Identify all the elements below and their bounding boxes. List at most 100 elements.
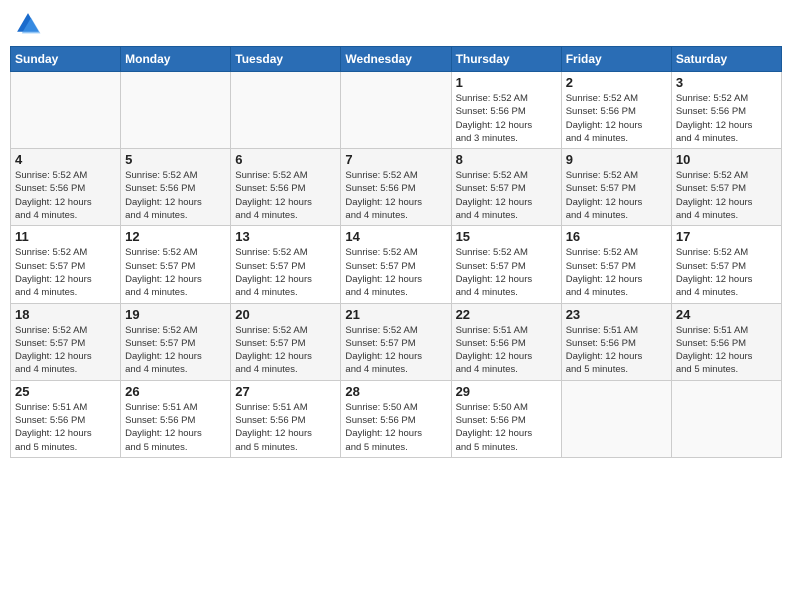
calendar-cell — [561, 380, 671, 457]
calendar-row-2: 4 Sunrise: 5:52 AMSunset: 5:56 PMDaylight… — [11, 149, 782, 226]
day-number: 12 — [125, 229, 226, 244]
day-info: Sunrise: 5:52 AMSunset: 5:57 PMDaylight:… — [345, 324, 446, 377]
day-info: Sunrise: 5:52 AMSunset: 5:56 PMDaylight:… — [125, 169, 226, 222]
calendar-cell: 9 Sunrise: 5:52 AMSunset: 5:57 PMDaylight… — [561, 149, 671, 226]
day-number: 25 — [15, 384, 116, 399]
calendar-cell: 3 Sunrise: 5:52 AMSunset: 5:56 PMDaylight… — [671, 72, 781, 149]
calendar-cell — [121, 72, 231, 149]
day-info: Sunrise: 5:52 AMSunset: 5:57 PMDaylight:… — [676, 169, 777, 222]
day-number: 28 — [345, 384, 446, 399]
calendar-cell: 10Sunrise: 5:52 AMSunset: 5:57 PMDayligh… — [671, 149, 781, 226]
day-info: Sunrise: 5:52 AMSunset: 5:56 PMDaylight:… — [345, 169, 446, 222]
day-number: 19 — [125, 307, 226, 322]
day-number: 4 — [15, 152, 116, 167]
weekday-header-saturday: Saturday — [671, 47, 781, 72]
weekday-header-thursday: Thursday — [451, 47, 561, 72]
day-info: Sunrise: 5:51 AMSunset: 5:56 PMDaylight:… — [125, 401, 226, 454]
day-number: 29 — [456, 384, 557, 399]
calendar-cell: 8Sunrise: 5:52 AMSunset: 5:57 PMDaylight… — [451, 149, 561, 226]
day-number: 9 — [566, 152, 667, 167]
calendar-cell: 14 Sunrise: 5:52 AMSunset: 5:57 PMDayligh… — [341, 226, 451, 303]
day-number: 8 — [456, 152, 557, 167]
calendar-row-4: 18 Sunrise: 5:52 AMSunset: 5:57 PMDayligh… — [11, 303, 782, 380]
day-info: Sunrise: 5:52 AMSunset: 5:57 PMDaylight:… — [235, 246, 336, 299]
day-info: Sunrise: 5:51 AMSunset: 5:56 PMDaylight:… — [15, 401, 116, 454]
calendar-cell — [231, 72, 341, 149]
day-number: 14 — [345, 229, 446, 244]
calendar-cell: 24Sunrise: 5:51 AMSunset: 5:56 PMDayligh… — [671, 303, 781, 380]
calendar-cell: 12 Sunrise: 5:52 AMSunset: 5:57 PMDayligh… — [121, 226, 231, 303]
calendar-cell: 7 Sunrise: 5:52 AMSunset: 5:56 PMDaylight… — [341, 149, 451, 226]
weekday-header-friday: Friday — [561, 47, 671, 72]
calendar-cell: 27 Sunrise: 5:51 AMSunset: 5:56 PMDayligh… — [231, 380, 341, 457]
calendar-cell: 22 Sunrise: 5:51 AMSunset: 5:56 PMDayligh… — [451, 303, 561, 380]
day-number: 22 — [456, 307, 557, 322]
calendar-cell: 6 Sunrise: 5:52 AMSunset: 5:56 PMDaylight… — [231, 149, 341, 226]
day-info: Sunrise: 5:52 AMSunset: 5:57 PMDaylight:… — [15, 246, 116, 299]
calendar-cell: 11 Sunrise: 5:52 AMSunset: 5:57 PMDayligh… — [11, 226, 121, 303]
calendar-cell: 13 Sunrise: 5:52 AMSunset: 5:57 PMDayligh… — [231, 226, 341, 303]
calendar-cell: 21 Sunrise: 5:52 AMSunset: 5:57 PMDayligh… — [341, 303, 451, 380]
day-info: Sunrise: 5:50 AMSunset: 5:56 PMDaylight:… — [456, 401, 557, 454]
day-info: Sunrise: 5:52 AMSunset: 5:57 PMDaylight:… — [125, 324, 226, 377]
calendar-row-1: 1 Sunrise: 5:52 AMSunset: 5:56 PMDaylight… — [11, 72, 782, 149]
day-info: Sunrise: 5:51 AMSunset: 5:56 PMDaylight:… — [456, 324, 557, 377]
day-info: Sunrise: 5:52 AMSunset: 5:56 PMDaylight:… — [566, 92, 667, 145]
calendar-cell — [11, 72, 121, 149]
calendar-cell: 4 Sunrise: 5:52 AMSunset: 5:56 PMDaylight… — [11, 149, 121, 226]
day-info: Sunrise: 5:52 AMSunset: 5:57 PMDaylight:… — [125, 246, 226, 299]
day-number: 11 — [15, 229, 116, 244]
calendar-cell — [671, 380, 781, 457]
calendar-cell: 17 Sunrise: 5:52 AMSunset: 5:57 PMDayligh… — [671, 226, 781, 303]
day-number: 17 — [676, 229, 777, 244]
calendar-cell: 18 Sunrise: 5:52 AMSunset: 5:57 PMDayligh… — [11, 303, 121, 380]
day-info: Sunrise: 5:52 AMSunset: 5:56 PMDaylight:… — [456, 92, 557, 145]
day-info: Sunrise: 5:52 AMSunset: 5:57 PMDaylight:… — [676, 246, 777, 299]
day-number: 15 — [456, 229, 557, 244]
day-info: Sunrise: 5:52 AMSunset: 5:56 PMDaylight:… — [15, 169, 116, 222]
calendar-row-3: 11 Sunrise: 5:52 AMSunset: 5:57 PMDayligh… — [11, 226, 782, 303]
calendar-cell: 28Sunrise: 5:50 AMSunset: 5:56 PMDayligh… — [341, 380, 451, 457]
calendar-cell — [341, 72, 451, 149]
day-number: 2 — [566, 75, 667, 90]
calendar-cell: 15Sunrise: 5:52 AMSunset: 5:57 PMDayligh… — [451, 226, 561, 303]
day-number: 23 — [566, 307, 667, 322]
day-info: Sunrise: 5:52 AMSunset: 5:57 PMDaylight:… — [566, 246, 667, 299]
day-info: Sunrise: 5:51 AMSunset: 5:56 PMDaylight:… — [676, 324, 777, 377]
calendar-cell: 2 Sunrise: 5:52 AMSunset: 5:56 PMDaylight… — [561, 72, 671, 149]
day-number: 6 — [235, 152, 336, 167]
calendar-row-5: 25 Sunrise: 5:51 AMSunset: 5:56 PMDayligh… — [11, 380, 782, 457]
calendar-cell: 23 Sunrise: 5:51 AMSunset: 5:56 PMDayligh… — [561, 303, 671, 380]
calendar-cell: 26 Sunrise: 5:51 AMSunset: 5:56 PMDayligh… — [121, 380, 231, 457]
day-number: 7 — [345, 152, 446, 167]
day-number: 5 — [125, 152, 226, 167]
weekday-header-tuesday: Tuesday — [231, 47, 341, 72]
day-number: 1 — [456, 75, 557, 90]
day-number: 21 — [345, 307, 446, 322]
day-number: 27 — [235, 384, 336, 399]
calendar-cell: 25 Sunrise: 5:51 AMSunset: 5:56 PMDayligh… — [11, 380, 121, 457]
day-number: 20 — [235, 307, 336, 322]
weekday-header-sunday: Sunday — [11, 47, 121, 72]
day-number: 3 — [676, 75, 777, 90]
day-info: Sunrise: 5:52 AMSunset: 5:57 PMDaylight:… — [235, 324, 336, 377]
day-number: 13 — [235, 229, 336, 244]
day-number: 16 — [566, 229, 667, 244]
day-info: Sunrise: 5:51 AMSunset: 5:56 PMDaylight:… — [566, 324, 667, 377]
calendar-cell: 16 Sunrise: 5:52 AMSunset: 5:57 PMDayligh… — [561, 226, 671, 303]
day-info: Sunrise: 5:52 AMSunset: 5:57 PMDaylight:… — [566, 169, 667, 222]
calendar-table: SundayMondayTuesdayWednesdayThursdayFrid… — [10, 46, 782, 458]
day-info: Sunrise: 5:51 AMSunset: 5:56 PMDaylight:… — [235, 401, 336, 454]
day-info: Sunrise: 5:52 AMSunset: 5:56 PMDaylight:… — [676, 92, 777, 145]
weekday-header-row: SundayMondayTuesdayWednesdayThursdayFrid… — [11, 47, 782, 72]
day-info: Sunrise: 5:52 AMSunset: 5:57 PMDaylight:… — [345, 246, 446, 299]
calendar-cell: 19 Sunrise: 5:52 AMSunset: 5:57 PMDayligh… — [121, 303, 231, 380]
weekday-header-monday: Monday — [121, 47, 231, 72]
logo-icon — [14, 10, 42, 38]
day-info: Sunrise: 5:52 AMSunset: 5:56 PMDaylight:… — [235, 169, 336, 222]
page-header — [10, 10, 782, 38]
day-number: 26 — [125, 384, 226, 399]
day-info: Sunrise: 5:52 AMSunset: 5:57 PMDaylight:… — [15, 324, 116, 377]
day-number: 18 — [15, 307, 116, 322]
calendar-cell: 20 Sunrise: 5:52 AMSunset: 5:57 PMDayligh… — [231, 303, 341, 380]
